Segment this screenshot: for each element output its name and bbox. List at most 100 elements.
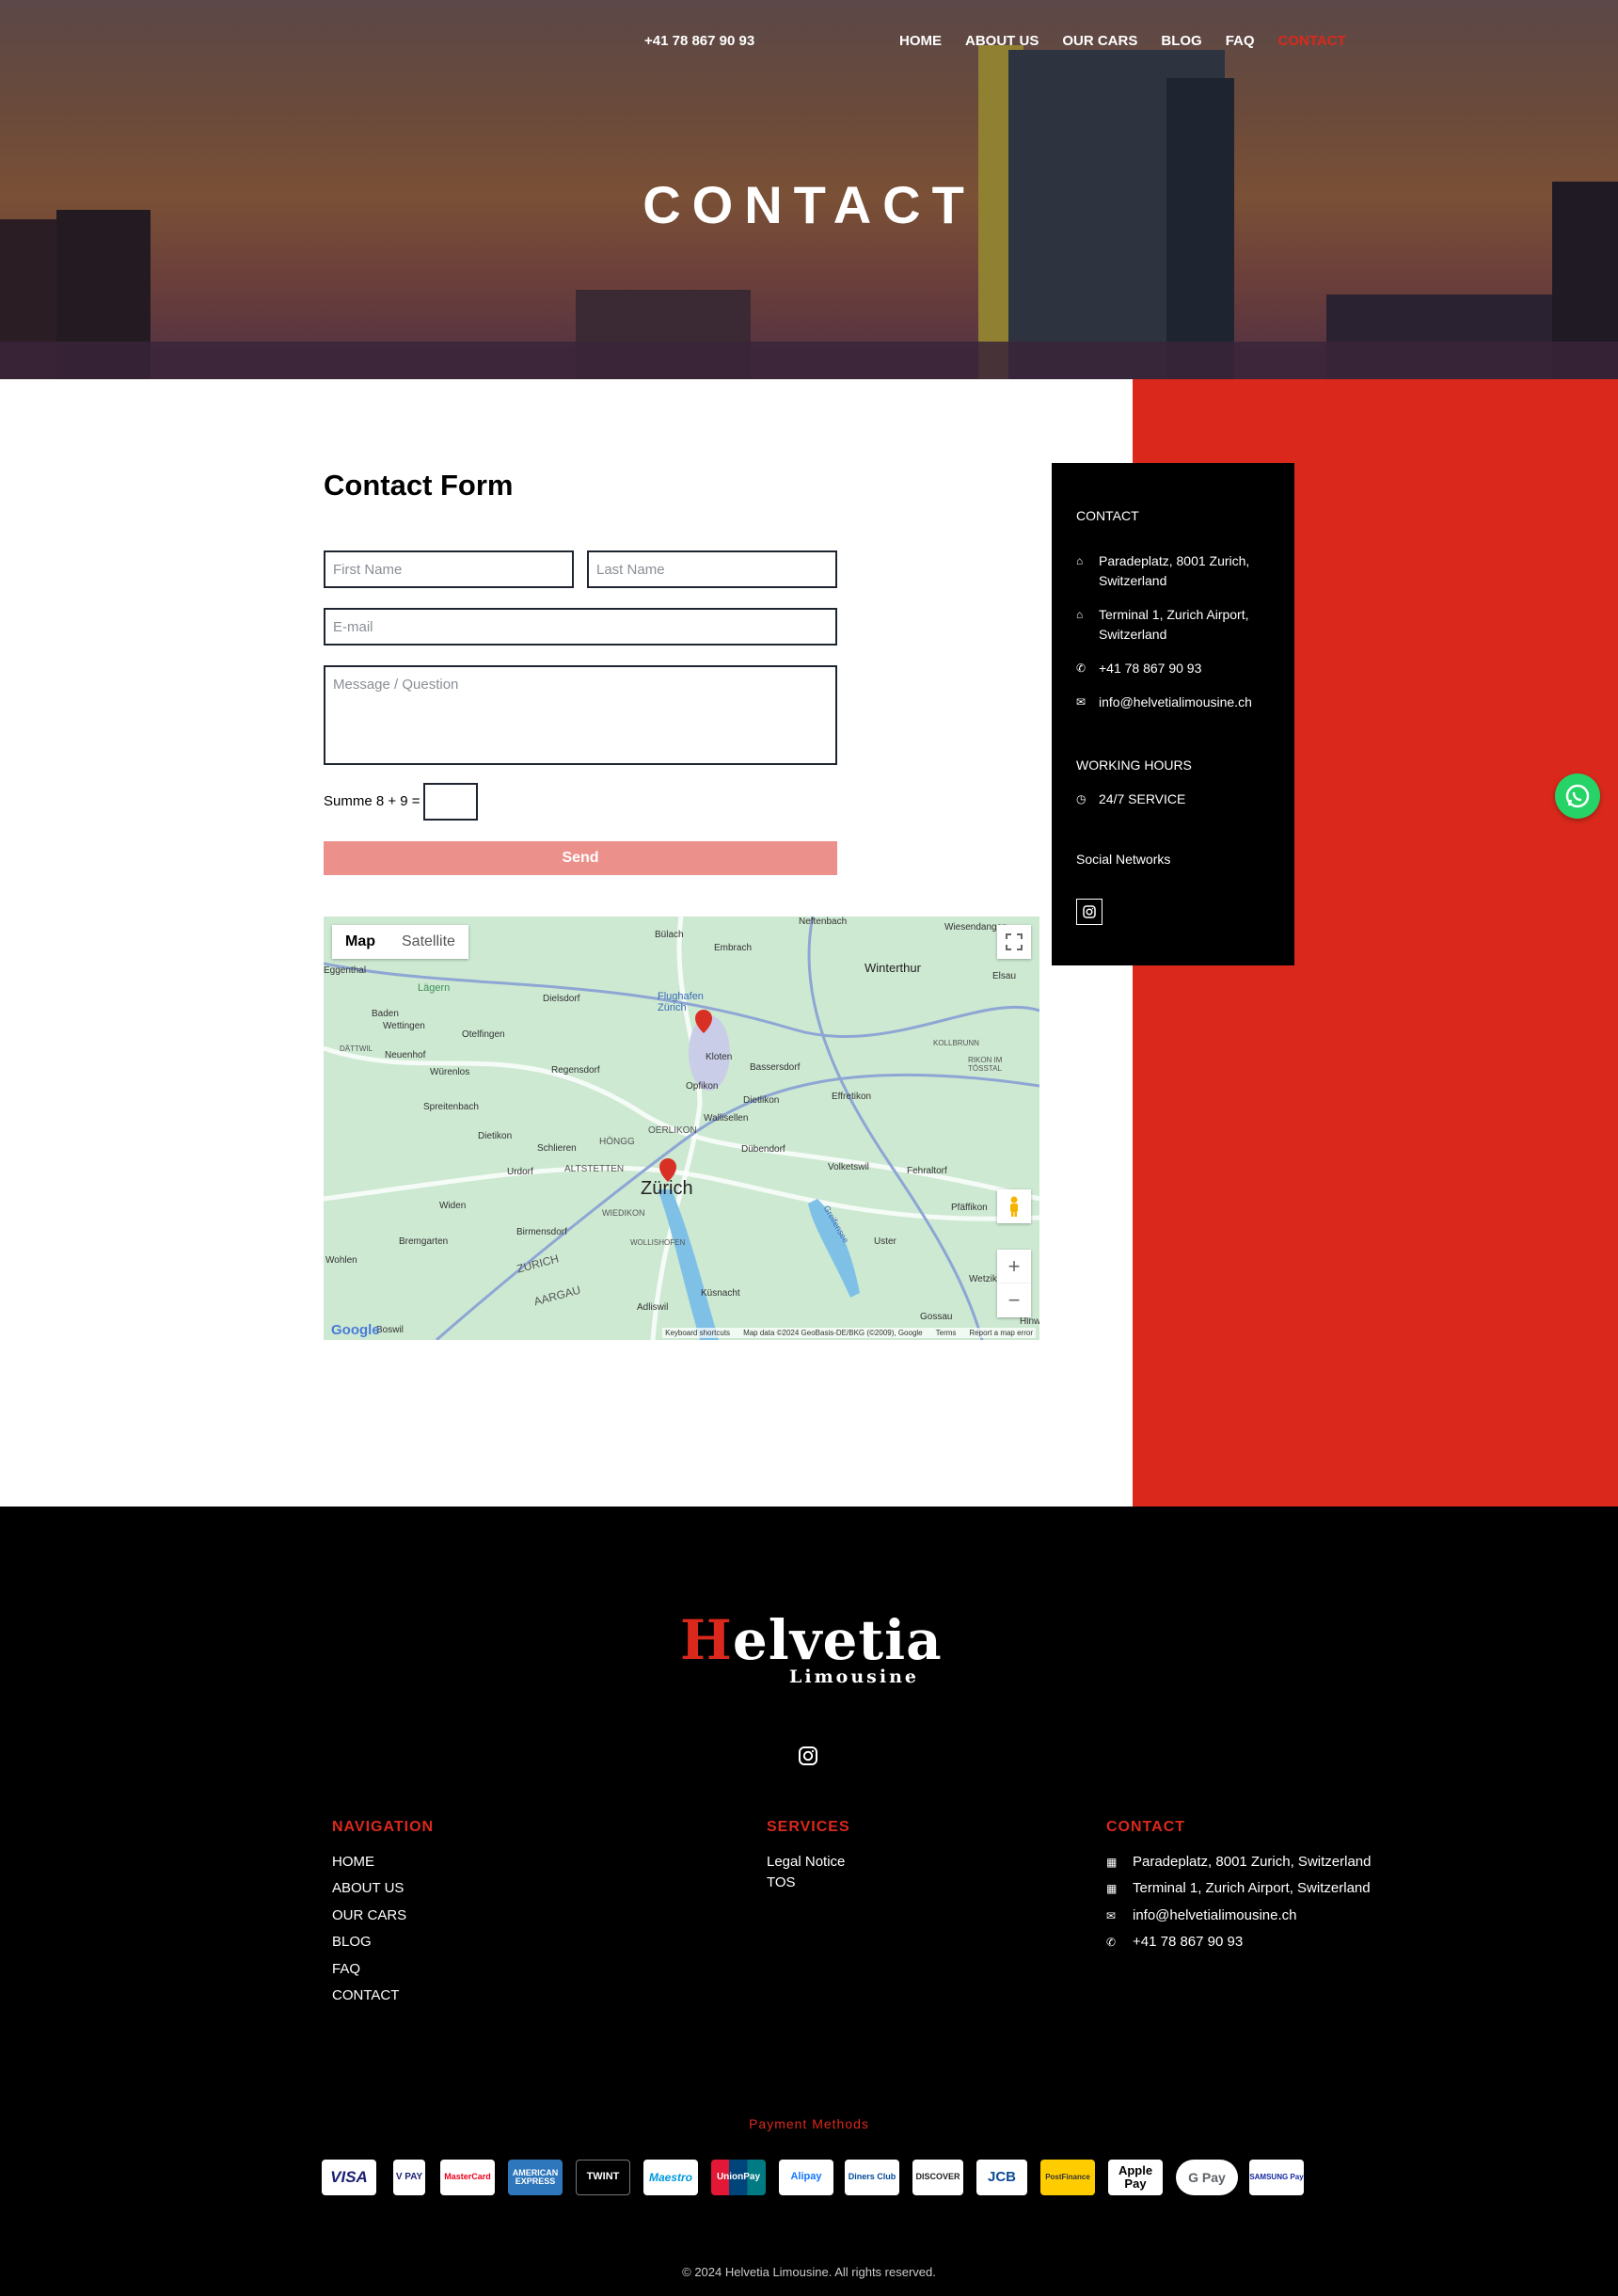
footer-nav-about-us[interactable]: ABOUT US (332, 1880, 404, 1896)
info-address-2: ⌂ Terminal 1, Zurich Airport, Switzerlan… (1076, 605, 1274, 645)
zoom-out-button[interactable]: − (997, 1284, 1031, 1317)
pegman-icon (1010, 1196, 1018, 1217)
nav-faq[interactable]: FAQ (1226, 33, 1255, 49)
footer-nav-heading: NAVIGATION (332, 1819, 435, 1835)
vpay-icon: V PAY (393, 2160, 425, 2195)
captcha-input[interactable] (423, 783, 478, 821)
map-label-regensdorf: Regensdorf (551, 1065, 600, 1076)
map-label-fehraltorf: Fehraltorf (907, 1166, 947, 1176)
map-label-flughafen: Flughafen Zürich (658, 991, 704, 1013)
contact-info-card: CONTACT ⌂ Paradeplatz, 8001 Zurich, Swit… (1052, 463, 1294, 965)
map-label-dubendorf: Dübendorf (741, 1144, 785, 1155)
map-label-hinwil: Hinwil (1020, 1316, 1039, 1327)
map-type-control: Map Satellite (332, 925, 468, 959)
nav-about-us[interactable]: ABOUT US (965, 33, 1039, 49)
footer-instagram-button[interactable] (798, 1746, 818, 1766)
instagram-icon (799, 1746, 817, 1765)
info-contact-heading: CONTACT (1076, 508, 1139, 523)
map-label-elsau: Elsau (992, 971, 1017, 981)
map-label-uster: Uster (874, 1236, 896, 1247)
logo-subtitle: Limousine (789, 1666, 919, 1687)
header-phone[interactable]: +41 78 867 90 93 (644, 33, 754, 49)
map-label-neuenhof: Neuenhof (385, 1050, 426, 1060)
discover-icon: DISCOVER (912, 2160, 963, 2195)
footer-nav-contact[interactable]: CONTACT (332, 1987, 399, 2003)
form-title: Contact Form (324, 469, 514, 502)
helvetia-logo[interactable]: Helvetia Limousine (680, 1608, 942, 1687)
whatsapp-button[interactable] (1555, 773, 1600, 819)
footer-email-text[interactable]: info@helvetialimousine.ch (1133, 1907, 1297, 1923)
map-label-bremgarten: Bremgarten (399, 1236, 449, 1247)
map-label-effretikon: Effretikon (832, 1092, 872, 1102)
map-label-kusnacht: Küsnacht (701, 1288, 740, 1299)
phone-icon: ✆ (1106, 1935, 1117, 1949)
map-label-winterthur: Winterthur (865, 961, 921, 975)
instagram-icon (1083, 905, 1096, 918)
info-phone[interactable]: ✆ +41 78 867 90 93 (1076, 659, 1274, 678)
send-button[interactable]: Send (324, 841, 837, 875)
pegman-button[interactable] (997, 1189, 1031, 1223)
map-label-wallisellen: Wallisellen (704, 1113, 749, 1124)
footer-nav-blog[interactable]: BLOG (332, 1934, 372, 1950)
footer-phone[interactable]: ✆ +41 78 867 90 93 (1106, 1934, 1243, 1950)
nav-blog[interactable]: BLOG (1161, 33, 1201, 49)
google-logo[interactable]: Google (331, 1322, 380, 1338)
page-title: CONTACT (642, 175, 976, 234)
nav-our-cars[interactable]: OUR CARS (1062, 33, 1137, 49)
map-label-wollishofen: WOLLISHOFEN (630, 1238, 686, 1247)
envelope-icon: ✉ (1106, 1908, 1117, 1922)
first-name-input[interactable]: First Name (324, 550, 574, 588)
map-label-lagern: Lägern (418, 982, 451, 994)
alipay-icon: Alipay (779, 2160, 833, 2195)
map-label-pfaffikon: Pfäffikon (951, 1203, 988, 1213)
info-email-text[interactable]: info@helvetialimousine.ch (1099, 693, 1252, 712)
hero-banner: +41 78 867 90 93 HOME ABOUT US OUR CARS … (0, 0, 1618, 379)
map-tab-map[interactable]: Map (332, 925, 389, 959)
map-label-urdorf: Urdorf (507, 1167, 533, 1177)
footer-nav-faq[interactable]: FAQ (332, 1961, 360, 1977)
keyboard-shortcuts-link[interactable]: Keyboard shortcuts (665, 1329, 730, 1337)
info-phone-text[interactable]: +41 78 867 90 93 (1099, 659, 1201, 678)
map-tab-satellite[interactable]: Satellite (389, 925, 468, 959)
map-label-hongg: HÖNGG (599, 1137, 635, 1147)
zoom-in-button[interactable]: + (997, 1250, 1031, 1284)
nav-home[interactable]: HOME (899, 33, 942, 49)
last-name-input[interactable]: Last Name (587, 550, 837, 588)
map-label-schlieren: Schlieren (537, 1143, 577, 1154)
terms-link[interactable]: Terms (936, 1329, 957, 1337)
map-label-dielsdorf: Dielsdorf (543, 994, 580, 1004)
fullscreen-button[interactable] (997, 925, 1031, 959)
info-email[interactable]: ✉ info@helvetialimousine.ch (1076, 693, 1274, 712)
samsung-pay-icon: SAMSUNG Pay (1249, 2160, 1304, 2195)
logo-wordmark: Helvetia (680, 1608, 943, 1672)
info-address-2-text: Terminal 1, Zurich Airport, Switzerland (1099, 607, 1249, 642)
map-label-otelfingen: Otelfingen (462, 1029, 505, 1040)
footer-nav-home[interactable]: HOME (332, 1854, 374, 1870)
report-map-error-link[interactable]: Report a map error (969, 1329, 1033, 1337)
message-textarea[interactable]: Message / Question (324, 665, 837, 765)
map-label-kollbrunn: KOLLBRUNN (933, 1039, 979, 1047)
email-input[interactable]: E-mail (324, 608, 837, 646)
map-label-gossau: Gossau (920, 1312, 953, 1322)
info-address-1-text: Paradeplatz, 8001 Zurich, Switzerland (1099, 553, 1250, 588)
footer-legal-notice[interactable]: Legal Notice (767, 1854, 845, 1870)
map-label-opfikon: Opfikon (686, 1081, 719, 1092)
twint-icon: TWINT (576, 2160, 630, 2195)
postfinance-icon: PostFinance (1040, 2160, 1095, 2195)
map-label-widen: Widen (439, 1201, 467, 1211)
hills (0, 342, 1618, 379)
footer-address-1-text: Paradeplatz, 8001 Zurich, Switzerland (1133, 1854, 1372, 1870)
map-label-boswil: Boswil (376, 1325, 404, 1335)
building-icon: ▦ (1106, 1881, 1118, 1895)
map-label-bulach: Bülach (655, 930, 684, 940)
footer-tos[interactable]: TOS (767, 1874, 796, 1890)
instagram-button[interactable] (1076, 899, 1102, 925)
info-address-1: ⌂ Paradeplatz, 8001 Zurich, Switzerland (1076, 551, 1274, 591)
nav-contact[interactable]: CONTACT (1278, 33, 1346, 49)
footer-email[interactable]: ✉ info@helvetialimousine.ch (1106, 1907, 1297, 1923)
envelope-icon: ✉ (1076, 695, 1087, 709)
footer-nav-our-cars[interactable]: OUR CARS (332, 1907, 406, 1923)
google-map[interactable]: Bülach Embrach Winterthur Baden Wettinge… (324, 917, 1039, 1340)
main-nav: HOME ABOUT US OUR CARS BLOG FAQ CONTACT (899, 33, 1370, 49)
footer-phone-text[interactable]: +41 78 867 90 93 (1133, 1934, 1243, 1950)
